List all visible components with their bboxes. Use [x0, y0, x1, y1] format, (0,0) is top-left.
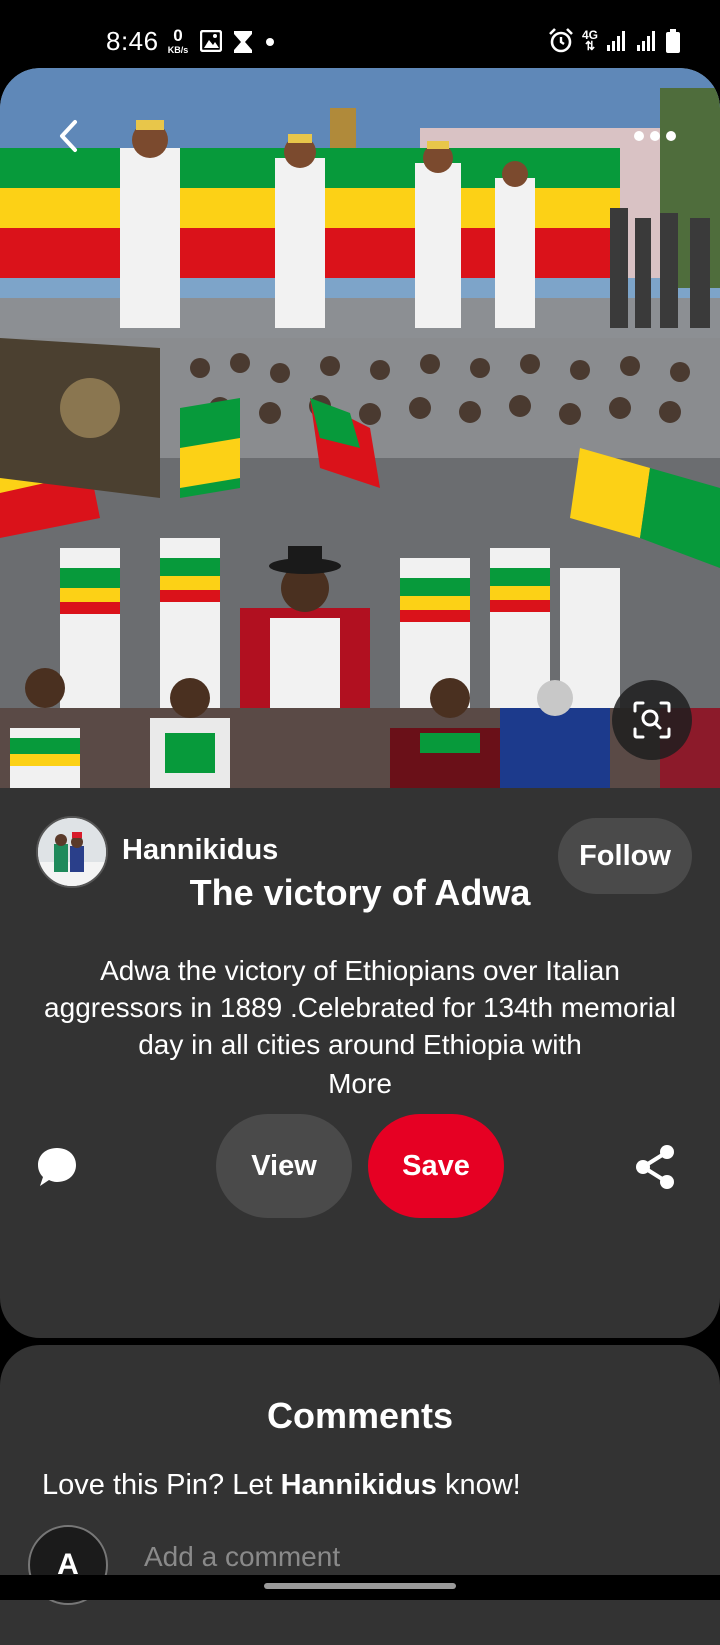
comments-section: Comments Love this Pin? Let Hannikidus k… — [0, 1345, 720, 1645]
pin-card: Hannikidus Follow The victory of Adwa Ad… — [0, 68, 720, 1338]
save-button[interactable]: Save — [368, 1114, 504, 1218]
comment-bubble-icon — [38, 1148, 76, 1186]
network-type-label: 4G ⇅ — [581, 28, 598, 53]
network-speed-value: 0 — [173, 26, 183, 45]
home-gesture-bar[interactable] — [264, 1583, 456, 1589]
pin-title: The victory of Adwa — [189, 872, 531, 913]
comments-prompt: Love this Pin? Let Hannikidus know! — [42, 1469, 521, 1502]
signal-icon — [607, 31, 625, 51]
network-speed-unit: KB/s — [167, 45, 189, 55]
visual-search-button[interactable] — [612, 680, 692, 760]
more-dot-icon — [634, 131, 644, 141]
pin-image-graphic — [0, 68, 720, 788]
pin-actions: View Save — [0, 1110, 720, 1220]
creator-name[interactable]: Hannikidus — [122, 834, 278, 867]
signal-icon-2 — [637, 31, 655, 51]
system-nav-bar — [0, 1575, 720, 1600]
comments-prompt-name[interactable]: Hannikidus — [281, 1469, 437, 1501]
notification-dot-icon — [266, 38, 274, 46]
status-right-icons: 4G ⇅ — [548, 28, 680, 54]
comments-prompt-suffix: know! — [436, 1469, 521, 1501]
comments-prompt-prefix: Love this Pin? Let — [42, 1469, 281, 1501]
more-options-button[interactable] — [630, 126, 680, 146]
hourglass-icon — [234, 31, 252, 53]
share-icon — [636, 1145, 674, 1189]
visual-search-icon — [633, 701, 671, 739]
pin-description: Adwa the victory of Ethiopians over Ital… — [40, 952, 680, 1102]
battery-icon — [666, 29, 680, 53]
share-button[interactable] — [634, 1144, 676, 1190]
more-dot-icon — [666, 131, 676, 141]
network-speed: 0 KB/s — [162, 26, 194, 56]
comments-title: Comments — [266, 1395, 454, 1436]
more-link[interactable]: More — [40, 1065, 680, 1102]
back-button[interactable] — [48, 116, 88, 156]
view-button[interactable]: View — [216, 1114, 352, 1218]
gallery-icon — [200, 30, 222, 52]
alarm-icon — [549, 28, 573, 53]
comment-button[interactable] — [36, 1146, 78, 1188]
status-bar: 8:46 0 KB/s 4G ⇅ — [0, 0, 720, 70]
pin-description-text: Adwa the victory of Ethiopians over Ital… — [44, 955, 676, 1060]
chevron-left-icon — [60, 120, 77, 152]
pin-image[interactable] — [0, 68, 720, 788]
more-dot-icon — [650, 131, 660, 141]
comment-input[interactable] — [144, 1541, 664, 1573]
status-time: 8:46 — [106, 26, 159, 56]
